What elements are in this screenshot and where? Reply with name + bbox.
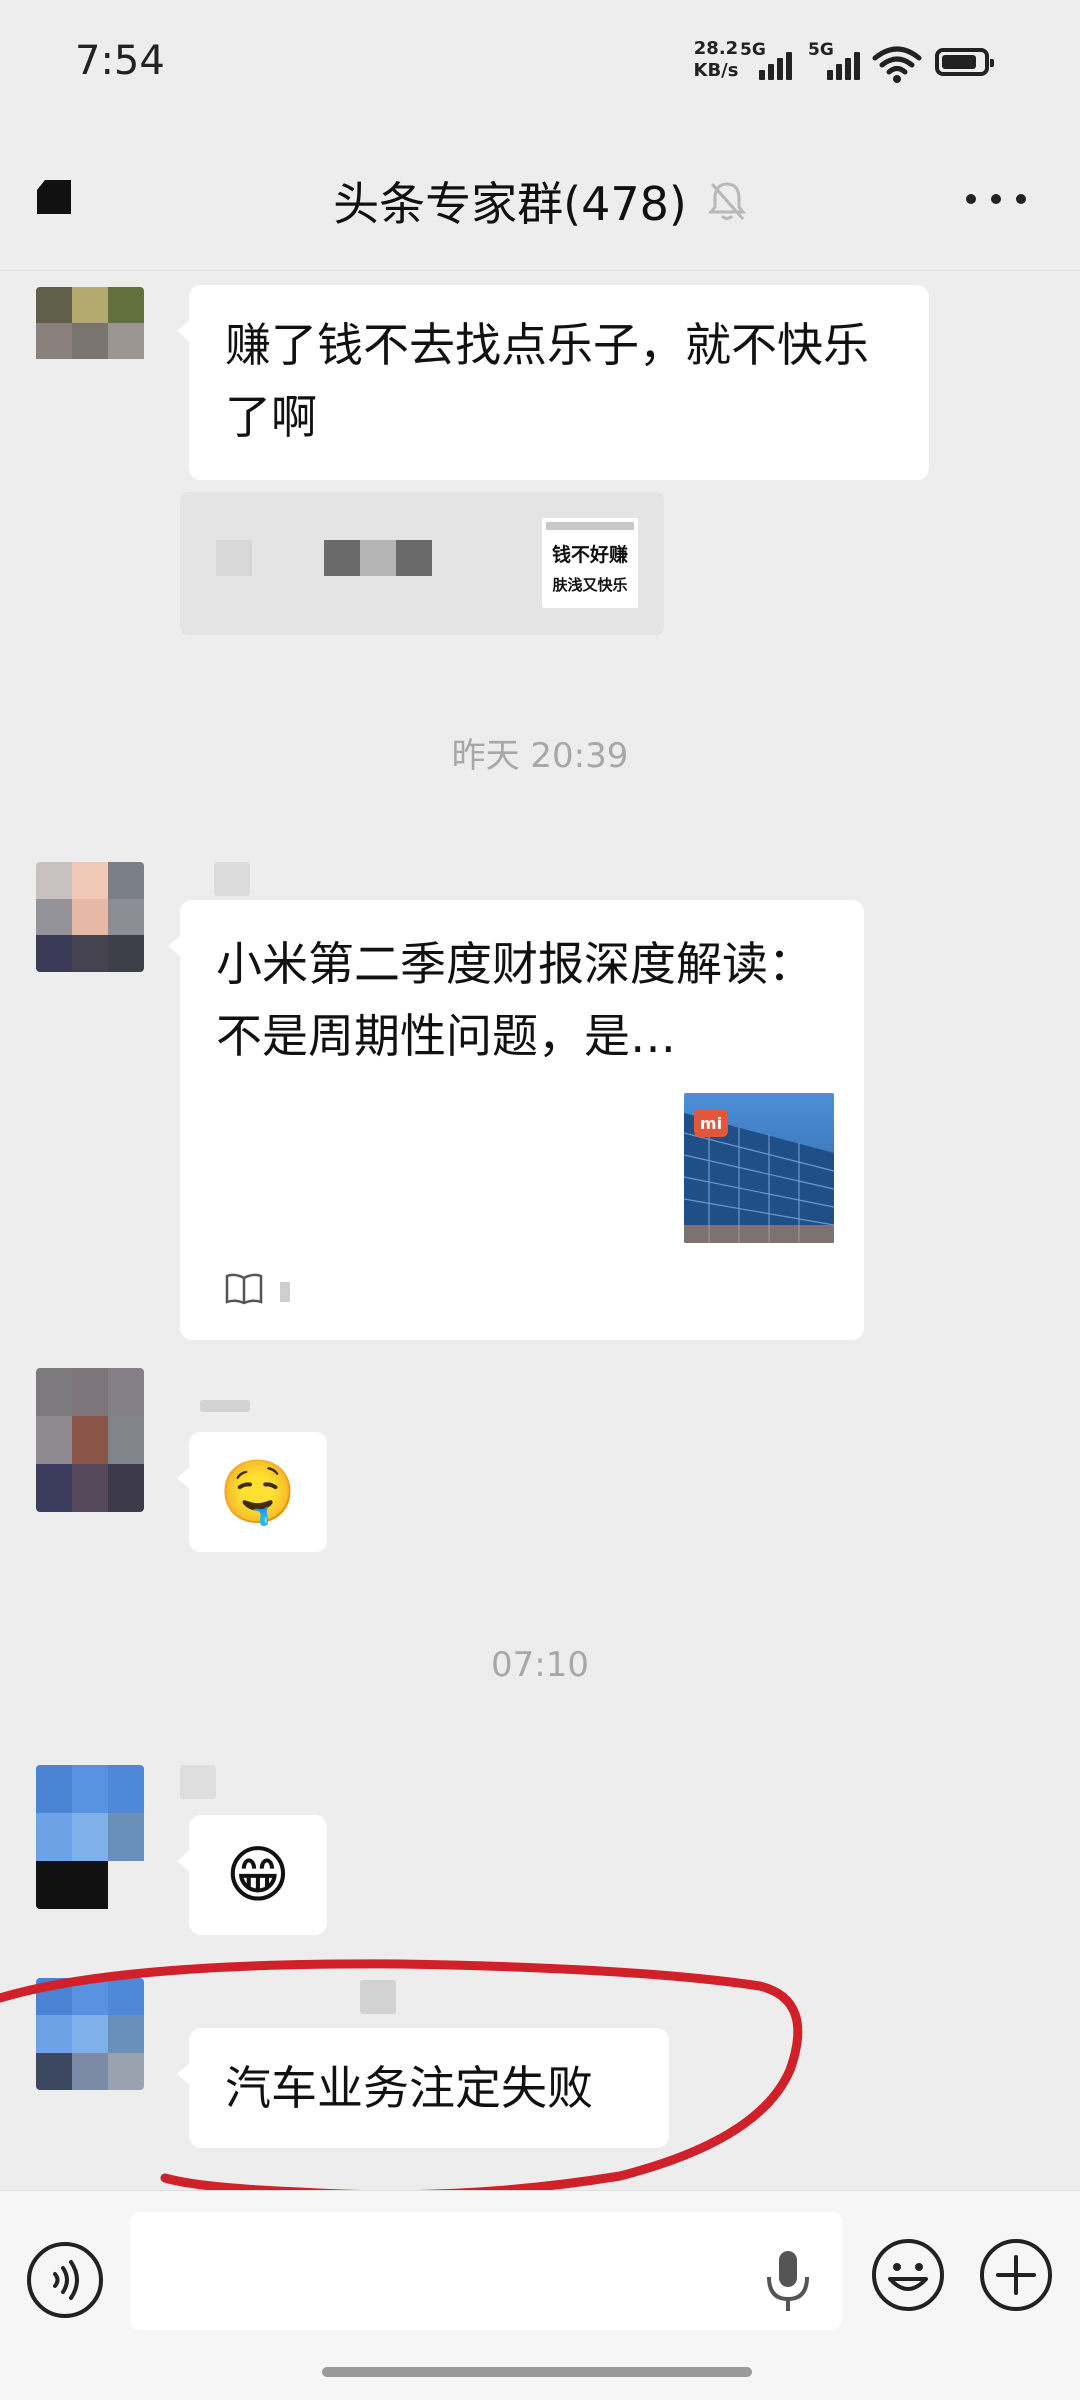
message-input[interactable] (130, 2212, 842, 2330)
sticker-text-line1: 钱不好赚 (551, 544, 628, 566)
avatar[interactable] (36, 287, 144, 395)
emoji-message[interactable]: 😁 (177, 1815, 327, 1935)
message-text: 汽车业务注定失败 (225, 2061, 593, 2115)
source-name-blur (280, 1282, 290, 1302)
timestamp: 07:10 (491, 1645, 589, 1685)
message-text: 赚了钱不去找点乐子，就不快乐了啊 (225, 318, 869, 444)
article-title: 小米第二季度财报深度解读：不是周期性问题，是… (216, 937, 814, 1063)
blurred-text (216, 540, 252, 576)
home-indicator[interactable] (322, 2367, 752, 2377)
avatar[interactable] (36, 1368, 144, 1512)
article-card[interactable]: 小米第二季度财报深度解读：不是周期性问题，是… mi (168, 900, 864, 1340)
battery-icon (935, 48, 994, 76)
cell-signal-icon: 5G (740, 40, 792, 80)
sender-name (214, 862, 250, 896)
voice-icon[interactable] (25, 2240, 105, 2320)
timestamp: 昨天 20:39 (451, 736, 629, 776)
sticker-thumbnail: 钱不好赚 肤浅又快乐 (542, 518, 638, 608)
svg-text:mi: mi (700, 1114, 722, 1133)
message-bubble[interactable]: 赚了钱不去找点乐子，就不快乐了啊 (177, 285, 929, 480)
input-divider (0, 2190, 1080, 2191)
more-icon[interactable] (966, 192, 1026, 206)
network-speed-value: 28.2 (693, 38, 739, 59)
emoji-message[interactable]: 🤤 (177, 1432, 327, 1552)
emoji-icon[interactable] (870, 2237, 946, 2313)
sticker-caption-blur (546, 522, 634, 530)
bell-muted-icon (707, 182, 746, 220)
book-icon (225, 1273, 263, 1305)
avatar[interactable] (36, 1978, 144, 2090)
avatar[interactable] (36, 862, 144, 972)
network-speed-unit: KB/s (693, 60, 739, 81)
header-divider (0, 270, 1080, 271)
avatar[interactable] (36, 1765, 144, 1909)
blurred-text (324, 540, 360, 576)
message-bubble[interactable]: 汽车业务注定失败 (177, 2028, 669, 2148)
network-speed: 28.2 KB/s (686, 38, 746, 82)
sender-name (200, 1400, 250, 1412)
chat-header: 头条专家群(478) (0, 168, 1080, 234)
sender-name (360, 1980, 396, 2014)
plus-icon[interactable] (978, 2237, 1054, 2313)
wifi-icon (872, 46, 922, 83)
chat-title: 头条专家群(478) (333, 177, 687, 231)
blurred-text (360, 540, 396, 576)
mic-icon[interactable] (760, 2247, 816, 2317)
article-thumbnail: mi (684, 1093, 834, 1243)
cell-signal-icon: 5G (808, 40, 860, 80)
sticker-text-line2: 肤浅又快乐 (552, 576, 628, 594)
blurred-text (396, 540, 432, 576)
sticker-card[interactable]: 钱不好赚 肤浅又快乐 (180, 492, 664, 635)
status-time: 7:54 (75, 38, 165, 84)
sender-name (180, 1765, 216, 1799)
